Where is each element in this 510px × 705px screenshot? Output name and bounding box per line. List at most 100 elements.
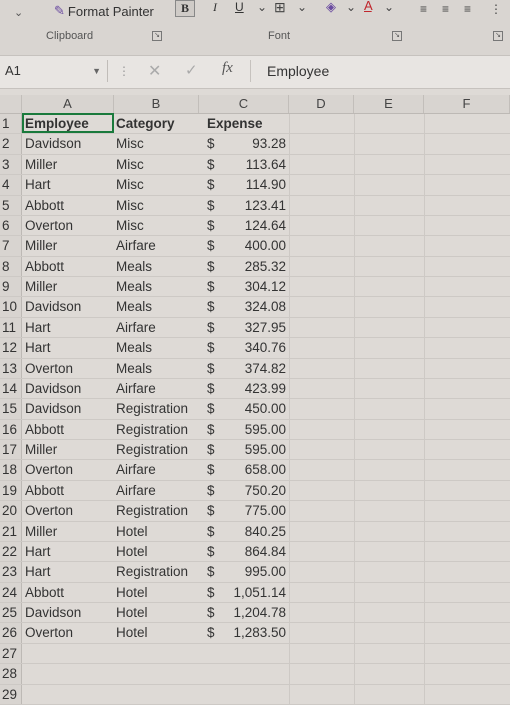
cell-a[interactable]: Miller xyxy=(25,236,57,255)
cell-b[interactable]: Hotel xyxy=(116,623,148,642)
row-header[interactable]: 1 xyxy=(0,114,22,134)
cell-c-currency[interactable]: $ xyxy=(207,583,215,602)
cell-c-currency[interactable]: $ xyxy=(207,297,215,316)
row-header[interactable]: 12 xyxy=(0,338,22,358)
row-header[interactable]: 15 xyxy=(0,399,22,419)
cell-a[interactable]: Hart xyxy=(25,542,51,561)
cell-c-currency[interactable]: $ xyxy=(207,257,215,276)
cell-b[interactable]: Hotel xyxy=(116,542,148,561)
cell-a[interactable]: Abbott xyxy=(25,481,64,500)
fill-color-icon[interactable]: ◈ xyxy=(326,0,336,15)
more-options-icon[interactable]: ⋮ xyxy=(118,64,130,78)
font-color-dropdown-icon[interactable]: ⌄ xyxy=(384,0,394,14)
borders-icon[interactable]: ⊞ xyxy=(274,0,286,16)
cell-a[interactable]: Overton xyxy=(25,501,73,520)
font-color-icon[interactable]: A xyxy=(364,0,373,13)
cell-b[interactable]: Misc xyxy=(116,134,144,153)
cell-c-currency[interactable]: $ xyxy=(207,277,215,296)
row-header[interactable]: 2 xyxy=(0,134,22,154)
cell-c-currency[interactable]: $ xyxy=(207,318,215,337)
cell-a[interactable]: Hart xyxy=(25,562,51,581)
enter-icon[interactable]: ✓ xyxy=(185,61,198,79)
align-center-icon[interactable]: ≡ xyxy=(442,2,449,16)
cell-c-currency[interactable]: $ xyxy=(207,134,215,153)
row-header[interactable]: 3 xyxy=(0,154,22,175)
format-painter-button[interactable]: ✎ Format Painter xyxy=(54,3,154,19)
cell-b[interactable]: Misc xyxy=(116,155,144,174)
cell-c[interactable]: Expense xyxy=(207,114,263,133)
cell-b[interactable]: Misc xyxy=(116,216,144,235)
cell-c-amount[interactable]: 93.28 xyxy=(230,134,286,153)
cell-b[interactable]: Registration xyxy=(116,399,188,418)
cell-b[interactable]: Registration xyxy=(116,440,188,459)
cell-c-amount[interactable]: 374.82 xyxy=(230,359,286,378)
cell-c-amount[interactable]: 327.95 xyxy=(230,318,286,337)
row-header[interactable]: 23 xyxy=(0,562,22,582)
row-header[interactable]: 26 xyxy=(0,623,22,643)
cell-b[interactable]: Misc xyxy=(116,196,144,215)
cell-c-amount[interactable]: 840.25 xyxy=(230,522,286,541)
cell-b[interactable]: Hotel xyxy=(116,603,148,622)
cell-c-currency[interactable]: $ xyxy=(207,216,215,235)
cell-a[interactable]: Miller xyxy=(25,522,57,541)
row-header[interactable]: 7 xyxy=(0,236,22,256)
cell-b[interactable]: Meals xyxy=(116,297,152,316)
cell-c-currency[interactable]: $ xyxy=(207,379,215,398)
cell-b[interactable]: Hotel xyxy=(116,583,148,602)
cell-a[interactable]: Overton xyxy=(25,460,73,479)
cell-c-currency[interactable]: $ xyxy=(207,460,215,479)
cell-c-amount[interactable]: 1,051.14 xyxy=(230,583,286,602)
bold-button[interactable]: B xyxy=(175,0,195,17)
column-header-d[interactable]: D xyxy=(289,95,354,113)
cell-c-amount[interactable]: 304.12 xyxy=(230,277,286,296)
cell-c-currency[interactable]: $ xyxy=(207,522,215,541)
row-header[interactable]: 19 xyxy=(0,480,22,501)
cell-c-amount[interactable]: 423.99 xyxy=(230,379,286,398)
row-header[interactable]: 9 xyxy=(0,277,22,297)
row-header[interactable]: 29 xyxy=(0,684,22,704)
cell-c-currency[interactable]: $ xyxy=(207,338,215,357)
clipboard-dialog-launcher-icon[interactable]: ↘ xyxy=(152,31,162,41)
cell-b[interactable]: Meals xyxy=(116,338,152,357)
cell-c-amount[interactable] xyxy=(230,685,286,704)
row-header[interactable]: 4 xyxy=(0,175,22,195)
cell-c-currency[interactable]: $ xyxy=(207,562,215,581)
row-header[interactable]: 24 xyxy=(0,582,22,602)
cell-c-currency[interactable]: $ xyxy=(207,196,215,215)
cell-c-amount[interactable] xyxy=(230,664,286,683)
cell-c-amount[interactable]: 450.00 xyxy=(230,399,286,418)
column-header-e[interactable]: E xyxy=(354,95,424,113)
cell-b[interactable]: Registration xyxy=(116,420,188,439)
row-header[interactable]: 27 xyxy=(0,643,22,664)
cell-b[interactable]: Meals xyxy=(116,359,152,378)
row-header[interactable]: 10 xyxy=(0,297,22,317)
row-header[interactable]: 14 xyxy=(0,378,22,399)
worksheet-grid[interactable]: A B C D E F 1 Employee Category Expense 2 Dav… xyxy=(0,95,510,705)
cell-c-amount[interactable] xyxy=(230,644,286,663)
row-header[interactable]: 28 xyxy=(0,664,22,684)
cell-a[interactable]: Davidson xyxy=(25,399,81,418)
cell-b[interactable]: Misc xyxy=(116,175,144,194)
cell-c-currency[interactable]: $ xyxy=(207,603,215,622)
row-header[interactable]: 20 xyxy=(0,501,22,521)
cell-b[interactable]: Registration xyxy=(116,501,188,520)
cell-c-amount[interactable]: 1,204.78 xyxy=(230,603,286,622)
cell-c-currency[interactable]: $ xyxy=(207,440,215,459)
fill-color-dropdown-icon[interactable]: ⌄ xyxy=(346,0,356,14)
row-header[interactable]: 22 xyxy=(0,541,22,562)
cell-a[interactable]: Hart xyxy=(25,318,51,337)
cell-a[interactable]: Miller xyxy=(25,277,57,296)
row-header[interactable]: 6 xyxy=(0,215,22,236)
cell-a[interactable]: Abbott xyxy=(25,583,64,602)
font-dialog-launcher-icon[interactable]: ↘ xyxy=(392,31,402,41)
row-header[interactable]: 5 xyxy=(0,195,22,215)
cell-a[interactable]: Overton xyxy=(25,623,73,642)
cell-c-currency[interactable]: $ xyxy=(207,359,215,378)
cell-b[interactable]: Airfare xyxy=(116,318,156,337)
cell-a[interactable]: Miller xyxy=(25,440,57,459)
cell-a[interactable]: Hart xyxy=(25,175,51,194)
row-header[interactable]: 8 xyxy=(0,256,22,276)
cell-a[interactable]: Overton xyxy=(25,216,73,235)
cell-c-amount[interactable]: 324.08 xyxy=(230,297,286,316)
cancel-icon[interactable]: ✕ xyxy=(148,61,161,81)
